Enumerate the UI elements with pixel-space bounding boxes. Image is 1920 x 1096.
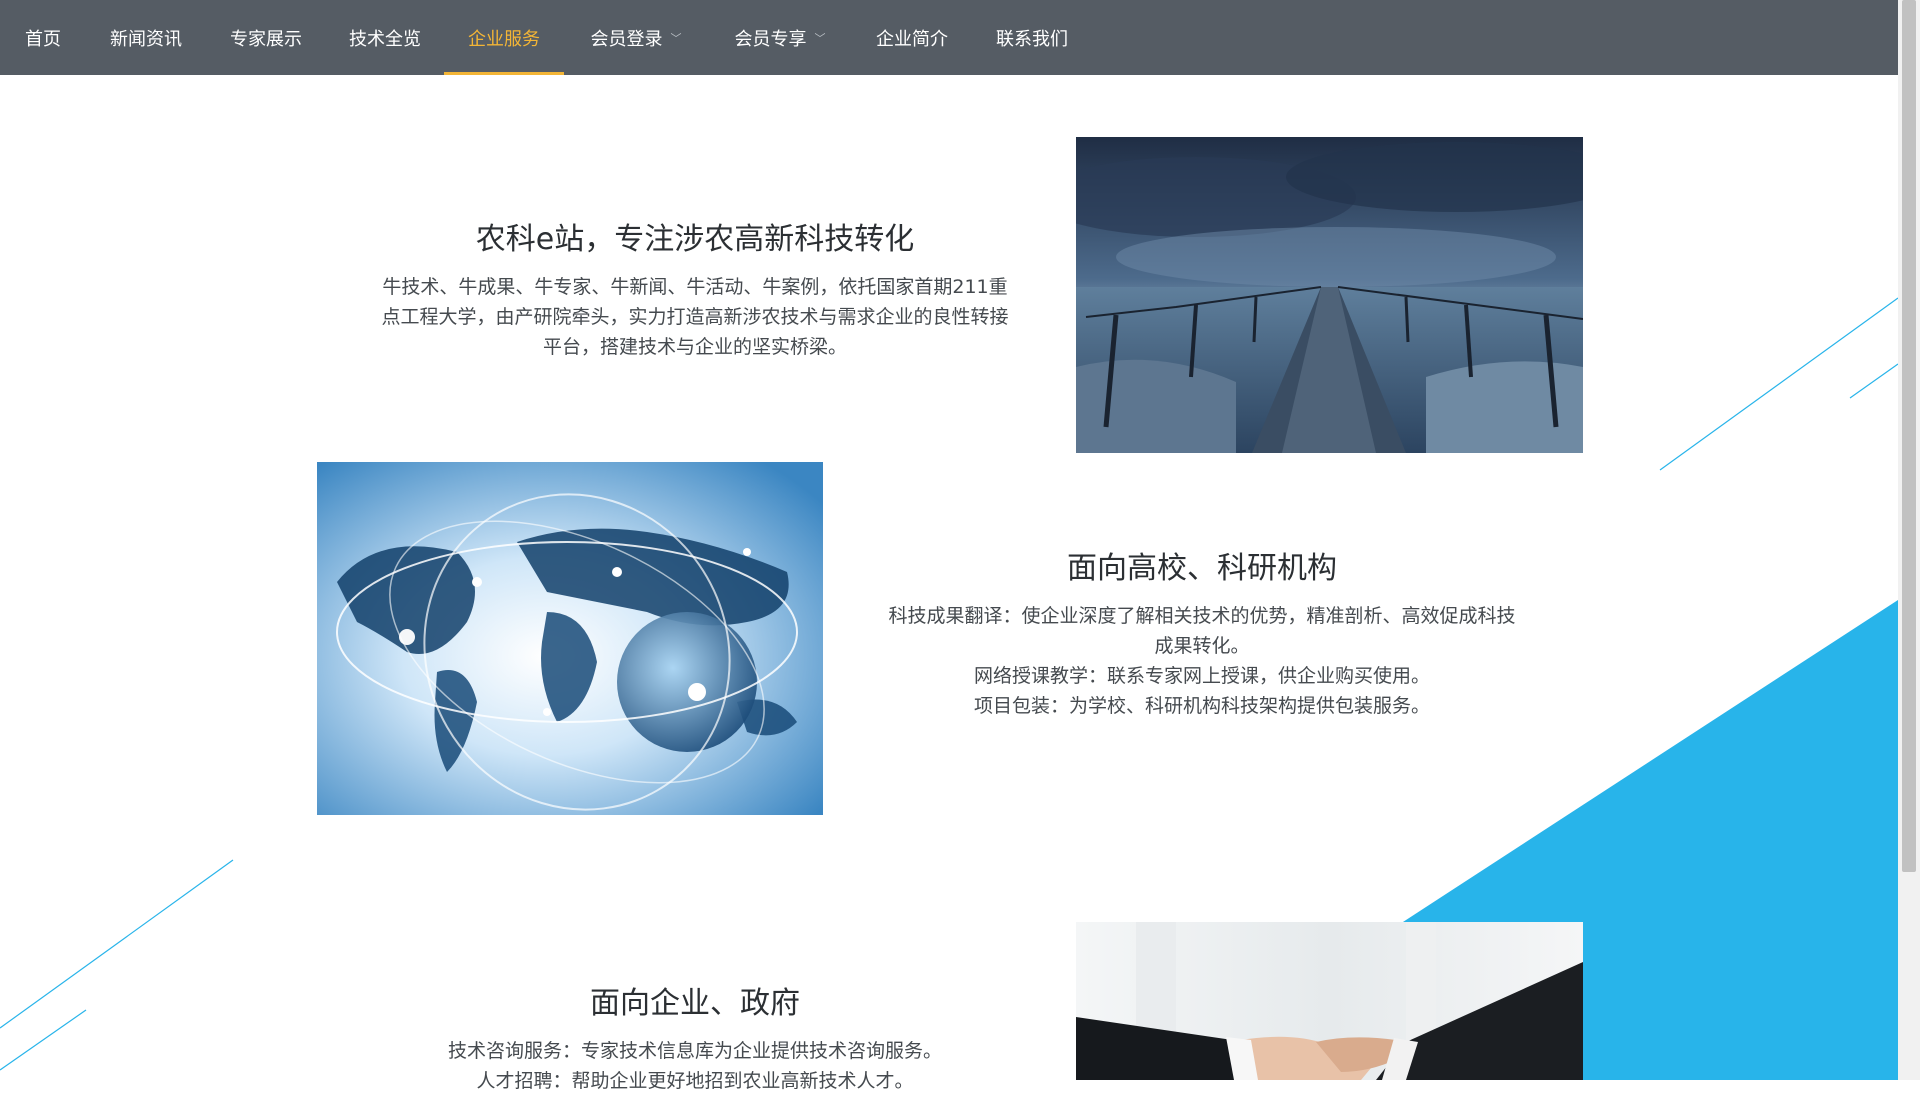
service-line: 人才招聘：帮助企业更好地招到农业高新技术人才。: [476, 1070, 914, 1092]
section-title: 面向高校、科研机构: [1067, 551, 1337, 586]
section-description: 技术咨询服务：专家技术信息库为企业提供技术咨询服务。 人才招聘：帮助企业更好地招…: [375, 1036, 1015, 1096]
enterprises-section: 面向企业、政府 技术咨询服务：专家技术信息库为企业提供技术咨询服务。 人才招聘：…: [375, 978, 1015, 1096]
pier-bridge-image: [1076, 137, 1583, 453]
scrollbar-thumb[interactable]: [1902, 0, 1916, 872]
service-line: 技术咨询服务：专家技术信息库为企业提供技术咨询服务。: [447, 1040, 942, 1062]
section-description: 牛技术、牛成果、牛专家、牛新闻、牛活动、牛案例，依托国家首期211重点工程大学，…: [381, 276, 1009, 358]
intro-section: 农科e站，专注涉农高新科技转化 牛技术、牛成果、牛专家、牛新闻、牛活动、牛案例，…: [375, 214, 1015, 362]
section-title: 面向企业、政府: [590, 986, 800, 1021]
service-line: 网络授课教学：联系专家网上授课，供企业购买使用。: [973, 665, 1430, 687]
universities-section: 面向高校、科研机构 科技成果翻译：使企业深度了解相关技术的优势，精准剖析、高效促…: [880, 543, 1524, 721]
background-decoration: [0, 297, 1898, 1080]
section-title: 农科e站，专注涉农高新科技转化: [475, 222, 915, 257]
world-network-globe-image: [317, 462, 823, 815]
vertical-scrollbar[interactable]: [1898, 0, 1920, 1080]
service-line: 科技成果翻译：使企业深度了解相关技术的优势，精准剖析、高效促成科技成果转化。: [888, 605, 1516, 657]
handshake-image: [1076, 922, 1583, 1080]
section-description: 科技成果翻译：使企业深度了解相关技术的优势，精准剖析、高效促成科技成果转化。 网…: [880, 601, 1524, 721]
service-line: 项目包装：为学校、科研机构科技架构提供包装服务。: [973, 695, 1430, 717]
